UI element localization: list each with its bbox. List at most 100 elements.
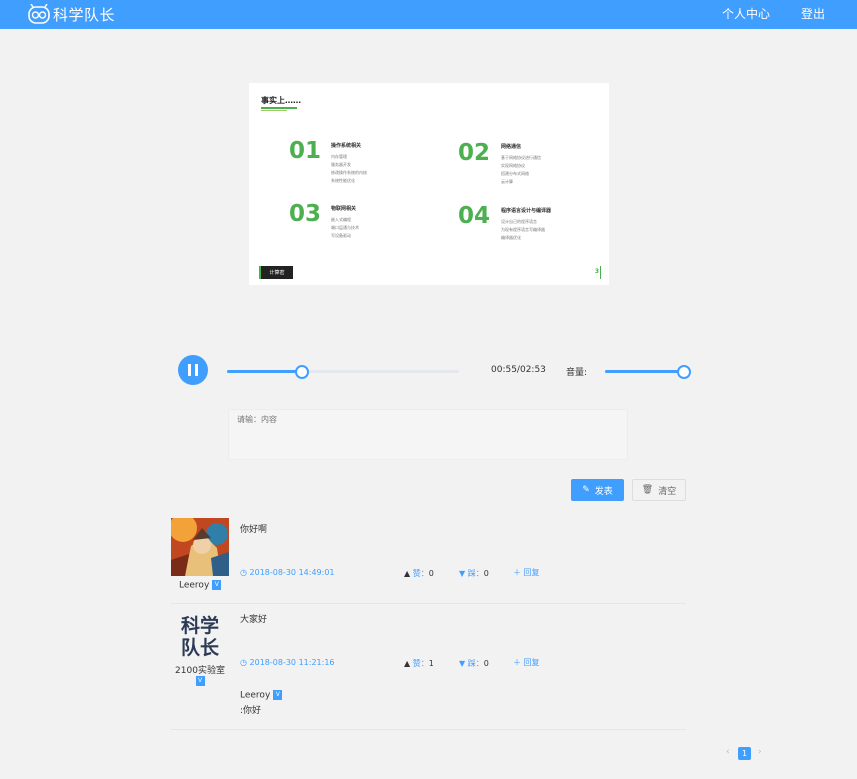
- progress-fill: [227, 370, 301, 373]
- caret-up-icon: ▲: [404, 659, 411, 668]
- slide-section-item: 实现网络协议: [501, 163, 525, 168]
- pause-icon: [195, 364, 198, 376]
- slide-section-heading: 网络通信: [501, 144, 522, 150]
- slide-title: 事实上……: [261, 96, 301, 105]
- slide-preview: 事实上…… 01 操作系统相关 内存管理 服务器开发 修改操作系统的内核 系统性…: [249, 83, 609, 285]
- comment-username[interactable]: Leeroy V: [179, 580, 222, 591]
- slide-title-underline-2: [261, 110, 287, 111]
- comment-text: 你好啊: [240, 525, 268, 535]
- dislike-label: 踩：: [467, 659, 484, 668]
- publish-label: 发表: [594, 486, 613, 497]
- slide-section-item: 端口层通与技术: [331, 225, 359, 230]
- logo-text: 科学队长: [53, 5, 116, 24]
- slide-section-item: 为现有程序语言写编译器: [501, 227, 545, 232]
- avatar-text: 科学 队长: [171, 608, 229, 666]
- slide-section-heading: 操作系统相关: [331, 143, 362, 149]
- caret-down-icon: ▼: [459, 569, 466, 578]
- reply-button[interactable]: ＋ 回复: [513, 657, 540, 668]
- slide-section-number: 01: [289, 138, 322, 164]
- slide-section-item: 编译器优化: [501, 235, 521, 240]
- dislike-button[interactable]: ▼ 踩：0: [459, 658, 489, 669]
- username-text: 2100实验室: [175, 666, 225, 676]
- caret-down-icon: ▼: [459, 659, 466, 668]
- pagination-next-button[interactable]: ›: [758, 747, 762, 757]
- comment-input[interactable]: [228, 409, 628, 460]
- reply-label: 回复: [523, 568, 540, 577]
- publish-button[interactable]: ✎ 发表: [571, 479, 624, 501]
- slide-section-item: 服务器开发: [331, 162, 351, 167]
- slide-section-item: 写设备驱动: [331, 233, 351, 238]
- comment-timestamp: ◷ 2018-08-30 14:49:01: [240, 568, 335, 577]
- slide-section-item: 修改操作系统的内核: [331, 170, 367, 175]
- clear-label: 清空: [658, 486, 677, 497]
- volume-slider[interactable]: [605, 365, 691, 379]
- slide-section-number: 04: [458, 203, 491, 229]
- volume-label: 音量:: [566, 368, 588, 378]
- dislike-count: 0: [483, 659, 489, 668]
- like-label: 赞：: [412, 569, 429, 578]
- timestamp-text: 2018-08-30 11:21:16: [249, 658, 335, 667]
- slide-section-heading: 物联网相关: [331, 206, 357, 212]
- progress-handle[interactable]: [294, 365, 309, 379]
- avatar[interactable]: [169, 514, 229, 576]
- vip-badge-icon: V: [212, 580, 222, 590]
- username-text: Leeroy: [179, 580, 210, 591]
- dislike-label: 踩：: [467, 569, 484, 578]
- slide-section-number: 03: [289, 201, 322, 227]
- progress-slider[interactable]: [227, 365, 459, 379]
- logo[interactable]: 科学队长: [28, 2, 115, 26]
- trash-icon: 🗑: [641, 485, 654, 495]
- reply-username-text: Leeroy: [240, 690, 271, 701]
- pagination-prev-button[interactable]: ‹: [726, 747, 730, 757]
- reply-label: 回复: [523, 658, 540, 667]
- slide-section-item: 内存管理: [331, 154, 347, 159]
- pagination-page-current[interactable]: 1: [738, 747, 751, 760]
- clock-icon: ◷: [240, 658, 247, 667]
- vip-badge-icon: V: [195, 676, 205, 686]
- volume-handle[interactable]: [677, 365, 691, 379]
- slide-logo-badge: 计算密: [259, 266, 293, 279]
- slide-section-heading: 程序语言设计与编译器: [501, 208, 552, 214]
- slide-section-item: 云计算: [501, 179, 513, 184]
- avatar-line: 队长: [180, 637, 219, 659]
- logo-icon: [28, 3, 50, 24]
- slide-page-number: 3: [594, 268, 599, 275]
- caret-up-icon: ▲: [404, 569, 411, 578]
- reply-button[interactable]: ＋ 回复: [513, 567, 540, 578]
- reply-username[interactable]: Leeroy V: [240, 690, 283, 701]
- comment-text: 大家好: [240, 615, 268, 625]
- slide-section-item: 搭建分布式网络: [501, 171, 529, 176]
- avatar-line: 科学: [180, 615, 219, 637]
- slide-section-item: 嵌入式编程: [331, 217, 351, 222]
- slide-section-item: 系统性能优化: [331, 178, 355, 183]
- dislike-count: 0: [483, 569, 489, 578]
- pause-icon: [188, 364, 191, 376]
- like-count: 0: [428, 569, 434, 578]
- plus-icon: ＋: [513, 568, 521, 577]
- like-button[interactable]: ▲ 赞：0: [404, 568, 434, 579]
- pause-button[interactable]: [178, 355, 208, 385]
- slide-title-underline: [261, 107, 297, 109]
- clear-button[interactable]: 🗑 清空: [632, 479, 686, 501]
- avatar[interactable]: 科学 队长: [171, 608, 229, 666]
- edit-icon: ✎: [582, 485, 590, 495]
- playback-time: 00:55/02:53: [491, 365, 546, 375]
- vip-badge-icon: V: [273, 690, 283, 700]
- slide-section-item: 设计自己的程序语言: [501, 219, 537, 224]
- plus-icon: ＋: [513, 658, 521, 667]
- logout-link[interactable]: 登出: [801, 5, 825, 22]
- like-button[interactable]: ▲ 赞：1: [404, 658, 434, 669]
- comment-username[interactable]: 2100实验室 V: [175, 663, 225, 687]
- slide-badge-text: 计算密: [269, 270, 285, 276]
- slide-section-item: 基于网络协议进行通信: [501, 155, 541, 160]
- comment-divider: [171, 729, 686, 730]
- slide-section-number: 02: [458, 140, 491, 166]
- comment-timestamp: ◷ 2018-08-30 11:21:16: [240, 658, 335, 667]
- like-label: 赞：: [412, 659, 429, 668]
- volume-fill: [605, 370, 683, 373]
- like-count: 1: [428, 659, 434, 668]
- comment-divider: [171, 603, 686, 604]
- dislike-button[interactable]: ▼ 踩：0: [459, 568, 489, 579]
- profile-link[interactable]: 个人中心: [722, 5, 770, 22]
- reply-text: :你好: [240, 706, 262, 716]
